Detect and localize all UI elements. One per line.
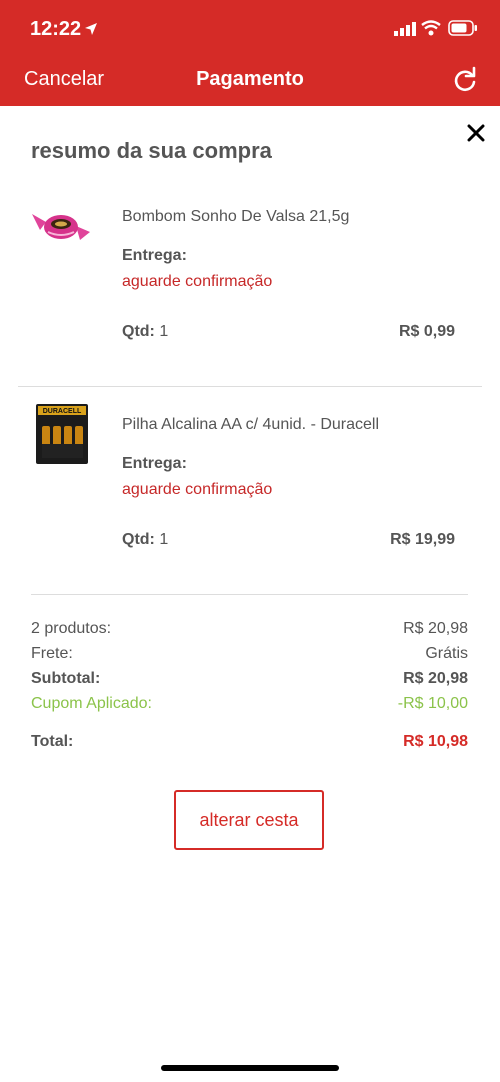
- purchase-summary-sheet: resumo da sua compra Bombom Sonho De Val…: [0, 106, 500, 1036]
- signal-icon: [394, 22, 416, 36]
- change-basket-button[interactable]: alterar cesta: [174, 790, 324, 850]
- divider: [31, 594, 468, 595]
- coupon-label: Cupom Aplicado:: [31, 695, 152, 712]
- summary-title: resumo da sua compra: [31, 138, 272, 163]
- status-bar: 12:22: [0, 0, 500, 60]
- product-price: R$ 0,99: [398, 323, 455, 340]
- divider: [18, 386, 482, 387]
- subtotal-value: R$ 20,98: [403, 670, 468, 687]
- coupon-value: -R$ 10,00: [397, 695, 468, 712]
- delivery-label: Entrega:: [122, 455, 187, 472]
- delivery-status: aguarde confirmação: [122, 481, 273, 498]
- products-count-label: 2 produtos:: [31, 620, 112, 637]
- quantity-label: Qtd:: [122, 531, 155, 548]
- app-header: 12:22 Cancelar Pagamento: [0, 0, 500, 106]
- delivery-status: aguarde confirmação: [122, 273, 273, 290]
- delivery-label: Entrega:: [122, 247, 187, 264]
- total-value: R$ 10,98: [403, 733, 468, 750]
- battery-icon: [448, 20, 477, 36]
- quantity: Qtd: 1: [122, 323, 168, 341]
- product-name: Pilha Alcalina AA c/ 4unid. - Duracell: [122, 416, 380, 433]
- quantity: Qtd: 1: [122, 531, 168, 549]
- quantity-label: Qtd:: [122, 323, 155, 340]
- product-image-brand-text: DURACELL: [43, 408, 82, 415]
- bottom-area: [0, 1036, 500, 1082]
- quantity-value: 1: [159, 323, 169, 340]
- status-time: 12:22: [30, 18, 82, 40]
- product-image-batteries: DURACELL: [36, 404, 88, 464]
- product-name: Bombom Sonho De Valsa 21,5g: [122, 208, 350, 225]
- total-label: Total:: [31, 733, 74, 750]
- quantity-value: 1: [159, 531, 169, 548]
- subtotal-label: Subtotal:: [31, 670, 101, 687]
- shipping-label: Frete:: [31, 645, 73, 662]
- page-title: Pagamento: [196, 68, 304, 90]
- home-indicator[interactable]: [161, 1065, 339, 1071]
- close-icon[interactable]: [466, 123, 486, 143]
- location-arrow-icon: [85, 23, 97, 35]
- product-image-candy: [32, 214, 90, 240]
- products-value: R$ 20,98: [403, 620, 468, 637]
- shipping-value: Grátis: [425, 645, 468, 662]
- wifi-icon: [421, 20, 441, 36]
- refresh-icon[interactable]: [452, 66, 478, 94]
- product-price: R$ 19,99: [390, 531, 455, 548]
